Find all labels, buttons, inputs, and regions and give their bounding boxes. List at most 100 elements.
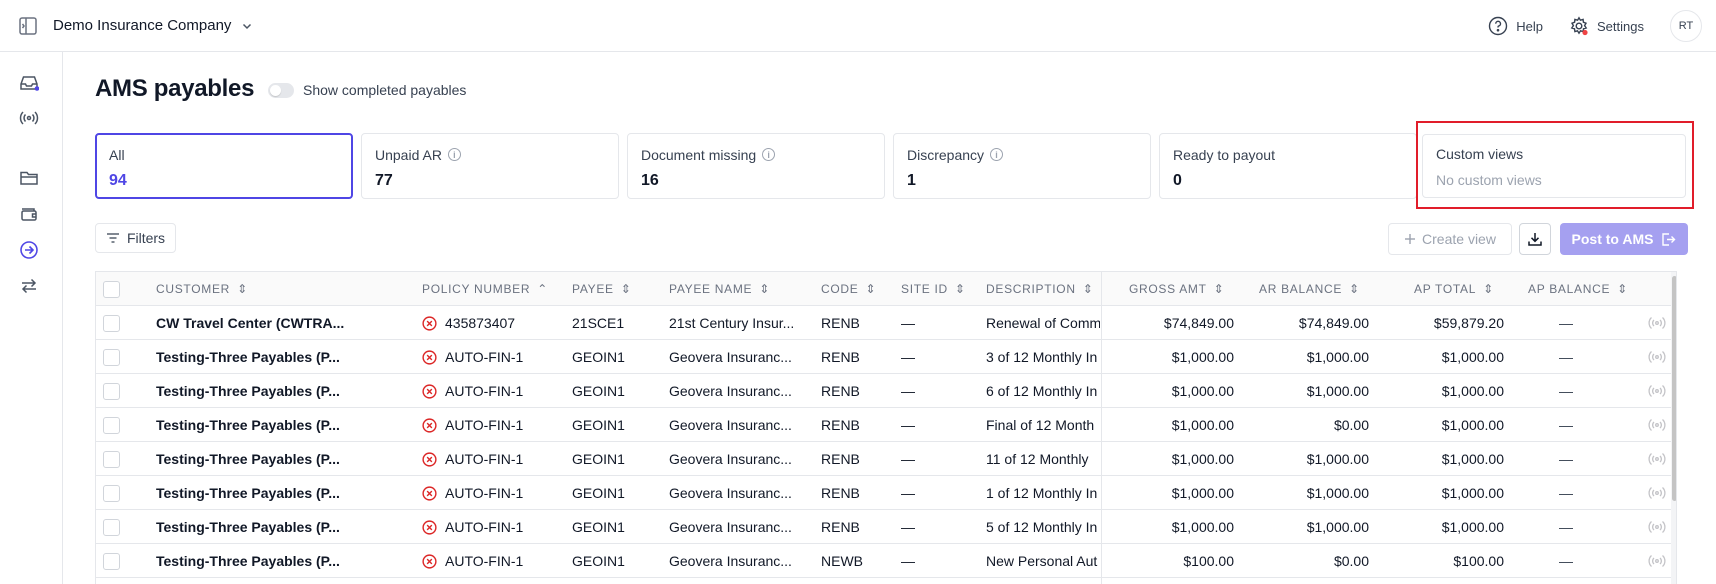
row-checkbox[interactable] — [103, 553, 120, 570]
cell-customer[interactable]: Testing-Three Payables (P... — [156, 442, 376, 476]
cell-ar-balance: $1,000.00 — [1306, 349, 1369, 365]
policy-value: AUTO-FIN-1 — [445, 485, 524, 501]
card-all[interactable]: All 94 — [95, 133, 353, 199]
broadcast-icon[interactable] — [1648, 553, 1666, 569]
broadcast-icon[interactable] — [1648, 417, 1666, 433]
show-completed-toggle[interactable]: Show completed payables — [268, 82, 466, 98]
row-checkbox[interactable] — [103, 315, 120, 332]
col-ap-total[interactable]: AP Total ⇕ — [1414, 272, 1494, 306]
col-payee[interactable]: Payee ⇕ — [572, 272, 632, 306]
card-value: 0 — [1173, 172, 1182, 189]
cell-customer[interactable]: Testing-Three Payables (P... — [156, 510, 376, 544]
col-gross-amt[interactable]: Gross Amt ⇕ — [1129, 272, 1224, 306]
transfer-icon[interactable] — [19, 276, 39, 296]
cell-code: RENB — [821, 383, 860, 399]
table-row[interactable]: CW Travel Center (CWTRA... 435873407 21S… — [96, 306, 1676, 340]
table-row[interactable]: Testing-Three Payables (P... AUTO-FIN-1 … — [96, 476, 1676, 510]
cell-policy-number[interactable]: AUTO-FIN-1 — [422, 510, 562, 544]
policy-value: AUTO-FIN-1 — [445, 519, 524, 535]
cell-policy-number[interactable]: AUTO-FIN-1 — [422, 340, 562, 374]
settings-link[interactable]: Settings — [1569, 16, 1644, 36]
col-code[interactable]: Code ⇕ — [821, 272, 876, 306]
cell-policy-number[interactable]: AUTO-FIN-1 — [422, 544, 562, 578]
cell-customer[interactable]: Testing-Three Payables (P... — [156, 408, 376, 442]
toggle-switch[interactable] — [268, 82, 294, 98]
cell-customer[interactable]: Testing-Three Payables (P... — [156, 544, 376, 578]
col-label: Description — [986, 282, 1076, 296]
cell-policy-number[interactable]: AUTO-FIN-1 — [422, 476, 562, 510]
create-view-button[interactable]: Create view — [1388, 223, 1512, 255]
filters-button[interactable]: Filters — [95, 223, 176, 253]
col-policy-number[interactable]: Policy Number ⌃ — [422, 272, 548, 306]
wallet-icon[interactable] — [19, 204, 39, 224]
row-checkbox[interactable] — [103, 383, 120, 400]
table-row[interactable]: Testing-Three Payables (P... AUTO-FIN-1 … — [96, 408, 1676, 442]
col-label: Code — [821, 282, 859, 296]
sidebar-toggle-icon[interactable] — [18, 16, 38, 36]
cell-code: RENB — [821, 485, 860, 501]
page-title: AMS payables — [95, 75, 255, 102]
card-unpaid-ar[interactable]: Unpaid AR i 77 — [361, 133, 619, 199]
col-ar-balance[interactable]: AR Balance ⇕ — [1259, 272, 1360, 306]
sort-icon: ⇕ — [954, 282, 966, 296]
cell-policy-number[interactable]: AUTO-FIN-1 — [422, 442, 562, 476]
col-label: Payee — [572, 282, 614, 296]
cell-policy-number[interactable]: AUTO-FIN-1 — [422, 374, 562, 408]
company-name: Demo Insurance Company — [53, 17, 232, 34]
cell-gross-amt: $1,000.00 — [1171, 417, 1234, 433]
row-checkbox[interactable] — [103, 519, 120, 536]
card-document-missing[interactable]: Document missing i 16 — [627, 133, 885, 199]
cell-customer[interactable]: CW Travel Center (CWTRA... — [156, 306, 376, 340]
folder-icon[interactable] — [19, 168, 39, 188]
broadcast-icon[interactable] — [1648, 349, 1666, 365]
col-label: Site ID — [901, 282, 948, 296]
card-discrepancy[interactable]: Discrepancy i 1 — [893, 133, 1151, 199]
table-row[interactable]: Testing-Three Payables (P... AUTO-FIN-1 … — [96, 340, 1676, 374]
table-row[interactable]: Testing-Three Payables (P... AUTO-FIN-1 … — [96, 510, 1676, 544]
card-ready-to-payout[interactable]: Ready to payout 0 — [1159, 133, 1417, 199]
cell-customer[interactable]: Testing-Three Payables (P... — [156, 340, 376, 374]
col-site-id[interactable]: Site ID ⇕ — [901, 272, 966, 306]
select-all-checkbox[interactable] — [103, 281, 120, 298]
policy-value: AUTO-FIN-1 — [445, 553, 524, 569]
cell-description: 11 of 12 Monthly — [986, 451, 1089, 467]
arrow-right-circle-icon[interactable] — [19, 240, 39, 260]
broadcast-icon[interactable] — [19, 108, 39, 128]
cell-customer[interactable]: Testing-Three Payables (P... — [156, 476, 376, 510]
row-checkbox[interactable] — [103, 417, 120, 434]
post-to-ams-button[interactable]: Post to AMS — [1560, 223, 1688, 255]
col-ap-balance[interactable]: AP Balance ⇕ — [1528, 272, 1628, 306]
row-checkbox[interactable] — [103, 349, 120, 366]
cell-description: 1 of 12 Monthly In — [986, 485, 1098, 501]
broadcast-icon[interactable] — [1648, 383, 1666, 399]
table-row[interactable]: Testing-Three Payables (P... AUTO-FIN-1 … — [96, 442, 1676, 476]
cell-payee: GEOIN1 — [572, 383, 625, 399]
cell-customer[interactable]: Testing-Three Payables (P... — [156, 374, 376, 408]
cell-site-id: — — [901, 383, 915, 399]
table-row[interactable]: Testing-Three Payables (P... AUTO-FIN-1 … — [96, 544, 1676, 578]
broadcast-icon[interactable] — [1648, 519, 1666, 535]
broadcast-icon[interactable] — [1648, 451, 1666, 467]
cell-ap-total: $1,000.00 — [1441, 451, 1504, 467]
cell-ap-balance: — — [1559, 417, 1573, 433]
row-checkbox[interactable] — [103, 451, 120, 468]
inbox-icon[interactable] — [19, 73, 39, 93]
company-switcher[interactable]: Demo Insurance Company — [53, 17, 253, 34]
col-payee-name[interactable]: Payee Name ⇕ — [669, 272, 770, 306]
table-row[interactable]: Testing-Three Payables (P... AUTO-FIN-1 … — [96, 374, 1676, 408]
broadcast-icon[interactable] — [1648, 485, 1666, 501]
broadcast-icon[interactable] — [1648, 315, 1666, 331]
cell-code: RENB — [821, 349, 860, 365]
cell-policy-number[interactable]: AUTO-FIN-1 — [422, 408, 562, 442]
cell-policy-number[interactable]: 435873407 — [422, 306, 562, 340]
col-description[interactable]: Description ⇕ — [986, 272, 1093, 306]
help-link[interactable]: Help — [1488, 16, 1543, 36]
col-customer[interactable]: Customer ⇕ — [156, 272, 248, 306]
cell-ar-balance: $74,849.00 — [1298, 315, 1369, 331]
filter-icon — [106, 233, 119, 243]
avatar[interactable]: RT — [1670, 10, 1702, 42]
scrollbar-thumb[interactable] — [1672, 276, 1676, 501]
download-button[interactable] — [1519, 223, 1551, 255]
row-checkbox[interactable] — [103, 485, 120, 502]
cell-gross-amt: $1,000.00 — [1171, 349, 1234, 365]
